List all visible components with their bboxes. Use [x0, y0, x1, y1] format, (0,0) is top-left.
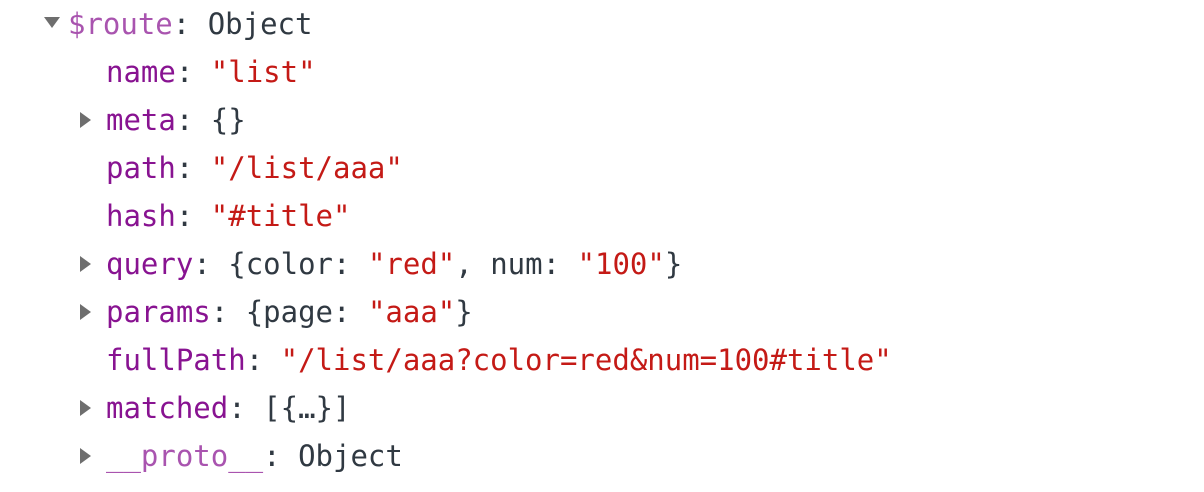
prop-key: matched — [106, 391, 229, 425]
prop-sep: : — [193, 247, 211, 281]
prop-sep: : — [175, 103, 194, 137]
triangle-right-icon[interactable] — [80, 304, 91, 320]
preview-close: } — [664, 247, 683, 281]
prop-row-params[interactable]: params: {page: "aaa"} — [106, 288, 473, 336]
prop-key: __proto__ — [106, 439, 264, 473]
root-key: $route — [68, 7, 173, 41]
root-value: Object — [207, 7, 313, 41]
prop-row-proto[interactable]: __proto__: Object — [106, 432, 403, 480]
preview-sep: : — [333, 247, 351, 281]
preview-open: { — [245, 295, 264, 329]
preview-key: page — [263, 295, 334, 329]
prop-sep: : — [175, 151, 194, 185]
prop-value: "list" — [210, 55, 316, 89]
prop-value: "/list/aaa" — [210, 151, 403, 185]
preview-sep: : — [542, 247, 561, 281]
triangle-right-icon[interactable] — [80, 256, 91, 272]
prop-value: Object — [298, 439, 403, 473]
prop-sep: : — [245, 343, 264, 377]
prop-sep: : — [263, 439, 281, 473]
prop-row-path[interactable]: path: "/list/aaa" — [106, 144, 403, 192]
triangle-right-icon[interactable] — [80, 112, 91, 128]
preview-sep: : — [333, 295, 351, 329]
prop-value: {} — [210, 103, 246, 137]
triangle-right-icon[interactable] — [80, 448, 91, 464]
triangle-right-icon[interactable] — [80, 400, 91, 416]
prop-sep: : — [175, 199, 194, 233]
preview-value: "red" — [367, 247, 456, 281]
prop-key: hash — [106, 199, 176, 233]
prop-value: "/list/aaa?color=red&num=100#title" — [280, 343, 892, 377]
prop-sep: : — [210, 295, 229, 329]
prop-value: [{…}] — [263, 391, 351, 425]
object-tree: $route: Object name: "list" meta: {} pat… — [0, 0, 1204, 492]
prop-key: path — [106, 151, 176, 185]
prop-sep: : — [175, 55, 194, 89]
prop-row-name[interactable]: name: "list" — [106, 48, 316, 96]
prop-row-meta[interactable]: meta: {} — [106, 96, 246, 144]
prop-sep: : — [228, 391, 246, 425]
preview-key: color — [245, 247, 334, 281]
preview-comma: , — [455, 247, 473, 281]
prop-key: query — [106, 247, 194, 281]
prop-value: "#title" — [210, 199, 351, 233]
root-sep: : — [172, 7, 191, 41]
triangle-down-icon[interactable] — [44, 17, 60, 28]
prop-key: params — [106, 295, 211, 329]
root-row[interactable]: $route: Object — [68, 0, 312, 48]
prop-row-hash[interactable]: hash: "#title" — [106, 192, 350, 240]
preview-open: { — [228, 247, 246, 281]
preview-value: "100" — [577, 247, 665, 281]
prop-row-matched[interactable]: matched: [{…}] — [106, 384, 350, 432]
prop-row-query[interactable]: query: {color: "red", num: "100"} — [106, 240, 682, 288]
preview-close: } — [455, 295, 473, 329]
prop-key: name — [106, 55, 176, 89]
preview-value: "aaa" — [367, 295, 456, 329]
prop-row-fullpath[interactable]: fullPath: "/list/aaa?color=red&num=100#t… — [106, 336, 892, 384]
prop-key: fullPath — [106, 343, 246, 377]
preview-key: num — [490, 247, 543, 281]
prop-key: meta — [106, 103, 176, 137]
